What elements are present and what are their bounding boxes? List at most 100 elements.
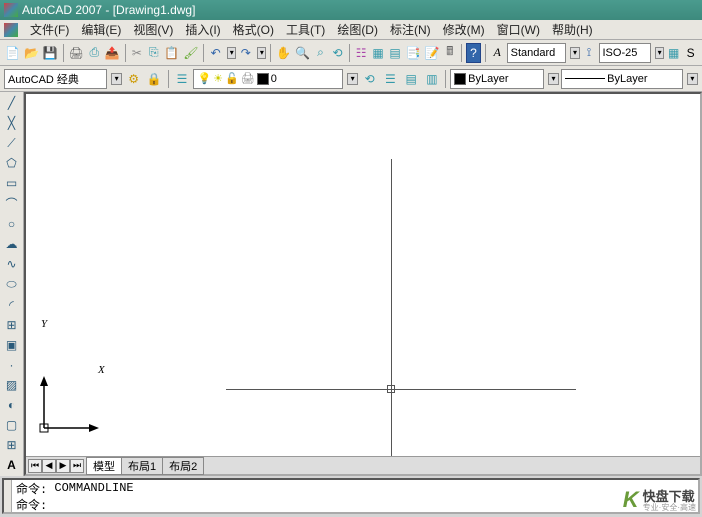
command-input-line[interactable]: 命令: — [12, 496, 698, 512]
redo-dropdown[interactable]: ▾ — [257, 47, 266, 59]
undo-dropdown[interactable]: ▾ — [227, 47, 236, 59]
menu-help[interactable]: 帮助(H) — [552, 21, 593, 38]
properties-button[interactable]: ☷ — [354, 43, 369, 63]
menu-draw[interactable]: 绘图(D) — [337, 21, 378, 38]
calc-button[interactable]: 🖩 — [442, 43, 457, 63]
separator — [203, 44, 204, 62]
layer-dropdown[interactable]: ▾ — [347, 73, 358, 85]
undo-button[interactable]: ↶ — [208, 43, 223, 63]
layer-walk-button[interactable]: ▥ — [422, 69, 441, 89]
gradient-tool[interactable]: ◐ — [2, 396, 22, 414]
new-button[interactable]: 📄 — [4, 43, 21, 63]
tab-next-button[interactable]: ▶ — [56, 459, 70, 473]
point-tool[interactable]: · — [2, 356, 22, 374]
revcloud-tool[interactable]: ☁ — [2, 235, 22, 253]
save-button[interactable]: 💾 — [42, 43, 59, 63]
menu-edit[interactable]: 编辑(E) — [81, 21, 121, 38]
insert-tool[interactable]: ⊞ — [2, 316, 22, 334]
open-button[interactable]: 📂 — [23, 43, 40, 63]
pan-button[interactable]: ✋ — [275, 43, 292, 63]
table-tool[interactable]: ⊞ — [2, 436, 22, 454]
tab-first-button[interactable]: ⏮ — [28, 459, 42, 473]
dimstyle-dropdown[interactable]: ▾ — [655, 47, 664, 59]
paste-button[interactable]: 📋 — [163, 43, 180, 63]
menu-window[interactable]: 窗口(W) — [497, 21, 540, 38]
mtext-tool[interactable]: A — [2, 456, 22, 474]
copy-button[interactable]: ⎘ — [146, 43, 161, 63]
polygon-tool[interactable]: ⬠ — [2, 154, 22, 172]
layer-freeze-icon: ☀ — [213, 72, 223, 85]
separator — [125, 44, 126, 62]
tab-prev-button[interactable]: ◀ — [42, 459, 56, 473]
menu-file[interactable]: 文件(F) — [30, 21, 69, 38]
layer-name: 0 — [271, 73, 277, 85]
workspace-lock-icon[interactable]: 🔒 — [145, 69, 164, 89]
preview-button[interactable]: ⎙ — [87, 43, 102, 63]
workspace-combo[interactable]: AutoCAD 经典 — [4, 69, 107, 89]
match-button[interactable]: 🖌 — [182, 43, 199, 63]
ucs-icon: Y X — [36, 376, 106, 436]
workspace-dropdown[interactable]: ▾ — [111, 73, 122, 85]
crosshair-horizontal — [226, 389, 576, 390]
cut-button[interactable]: ✂ — [129, 43, 144, 63]
zoom-realtime-button[interactable]: 🔍 — [294, 43, 311, 63]
print-button[interactable]: 🖨 — [68, 43, 85, 63]
menu-tools[interactable]: 工具(T) — [286, 21, 325, 38]
menu-modify[interactable]: 修改(M) — [443, 21, 485, 38]
block-tool[interactable]: ▣ — [2, 336, 22, 354]
dimstyle-combo[interactable]: ISO-25 — [599, 43, 652, 63]
color-combo[interactable]: ByLayer — [450, 69, 544, 89]
layer-manager-button[interactable]: ☰ — [173, 69, 192, 89]
linetype-dropdown[interactable]: ▾ — [687, 73, 698, 85]
drawing-canvas[interactable]: Y X — [26, 94, 700, 456]
textstyle-dropdown[interactable]: ▾ — [570, 47, 579, 59]
linetype-combo[interactable]: ByLayer — [561, 69, 683, 89]
tablestyle-button[interactable]: ▦ — [666, 43, 681, 63]
circle-tool[interactable]: ○ — [2, 215, 22, 233]
command-window[interactable]: 命令: COMMANDLINE 命令: — [2, 478, 700, 514]
menu-dim[interactable]: 标注(N) — [390, 21, 431, 38]
sheetset-button[interactable]: 📑 — [404, 43, 421, 63]
arc-tool[interactable]: ⌒ — [2, 194, 22, 213]
layer-prev-button[interactable]: ⟲ — [360, 69, 379, 89]
menu-format[interactable]: 格式(O) — [233, 21, 274, 38]
layer-iso-button[interactable]: ▤ — [402, 69, 421, 89]
designcenter-button[interactable]: ▦ — [371, 43, 386, 63]
zoom-window-button[interactable]: ⌕ — [313, 43, 328, 63]
layer-states-button[interactable]: ☰ — [381, 69, 400, 89]
menu-view[interactable]: 视图(V) — [133, 21, 173, 38]
line-tool[interactable]: ╱ — [2, 94, 22, 112]
color-dropdown[interactable]: ▾ — [548, 73, 559, 85]
window-title: AutoCAD 2007 - [Drawing1.dwg] — [22, 3, 195, 17]
hatch-tool[interactable]: ▨ — [2, 376, 22, 394]
help-button[interactable]: ? — [466, 43, 481, 63]
rectangle-tool[interactable]: ▭ — [2, 174, 22, 192]
menu-insert[interactable]: 插入(I) — [185, 21, 220, 38]
toolpalette-button[interactable]: ▤ — [388, 43, 403, 63]
ellipse-tool[interactable]: ⬭ — [2, 276, 22, 294]
layer-combo[interactable]: 💡 ☀ 🔓 🖨 0 — [193, 69, 342, 89]
watermark-sub: 专业·安全·高速 — [643, 502, 696, 513]
dimstyle-icon[interactable]: ⟟ — [582, 43, 597, 63]
separator — [63, 44, 64, 62]
textstyle-value: Standard — [511, 47, 556, 59]
tab-layout2[interactable]: 布局2 — [162, 457, 204, 475]
polyline-tool[interactable]: ⟋ — [2, 134, 22, 152]
textstyle-combo[interactable]: Standard — [507, 43, 567, 63]
markup-button[interactable]: 📝 — [423, 43, 440, 63]
tab-model[interactable]: 模型 — [86, 457, 122, 475]
spline-tool[interactable]: ∿ — [2, 255, 22, 273]
workspace-settings-button[interactable]: ⚙ — [124, 69, 143, 89]
redo-button[interactable]: ↷ — [238, 43, 253, 63]
ellipse-arc-tool[interactable]: ◜ — [2, 296, 22, 314]
command-handle[interactable] — [4, 480, 12, 512]
app-logo-icon — [4, 3, 18, 17]
publish-button[interactable]: 📤 — [104, 43, 121, 63]
xline-tool[interactable]: ╳ — [2, 114, 22, 132]
textstyle-icon[interactable]: A — [490, 43, 505, 63]
tab-layout1[interactable]: 布局1 — [121, 457, 163, 475]
tab-last-button[interactable]: ⏭ — [70, 459, 84, 473]
zoom-prev-button[interactable]: ⟲ — [330, 43, 345, 63]
s-button[interactable]: S — [683, 43, 698, 63]
region-tool[interactable]: ▢ — [2, 416, 22, 434]
